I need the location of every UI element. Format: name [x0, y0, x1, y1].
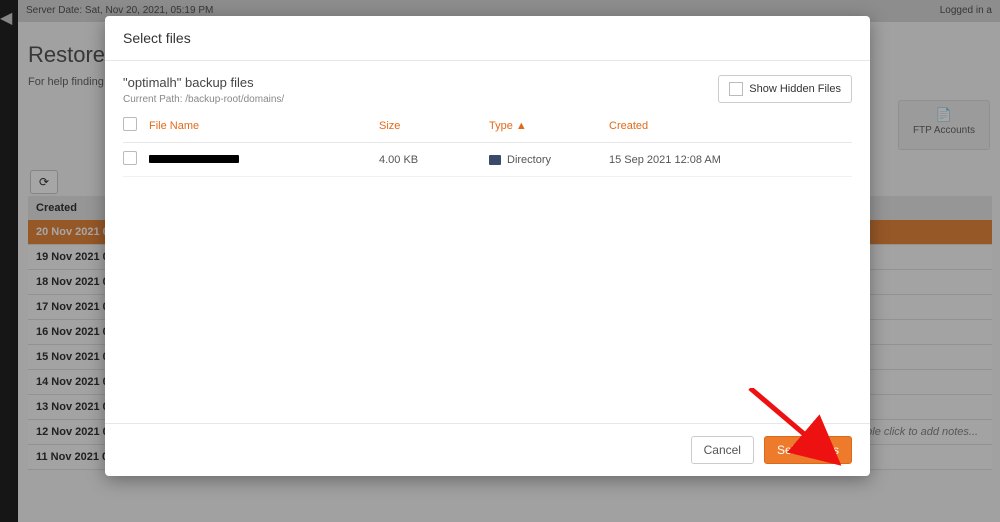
- modal-footer: Cancel Select Files: [105, 423, 870, 476]
- col-name-header[interactable]: File Name: [149, 120, 379, 132]
- select-all-checkbox[interactable]: [123, 117, 137, 131]
- col-size-header[interactable]: Size: [379, 120, 489, 132]
- show-hidden-checkbox[interactable]: [729, 82, 743, 96]
- col-created-header[interactable]: Created: [609, 120, 852, 132]
- file-type: Directory: [507, 154, 551, 166]
- cancel-button[interactable]: Cancel: [691, 436, 754, 464]
- file-size: 4.00 KB: [379, 154, 489, 166]
- file-list: File Name Size Type ▲ Created 4.00 KB Di…: [105, 109, 870, 423]
- select-files-modal: Select files "optimalh" backup files Cur…: [105, 16, 870, 476]
- file-row[interactable]: 4.00 KB Directory 15 Sep 2021 12:08 AM: [123, 143, 852, 177]
- file-created: 15 Sep 2021 12:08 AM: [609, 154, 852, 166]
- redacted-file-name: [149, 155, 239, 163]
- current-path: Current Path: /backup-root/domains/: [123, 94, 284, 105]
- file-list-header: File Name Size Type ▲ Created: [123, 109, 852, 143]
- show-hidden-label: Show Hidden Files: [749, 83, 841, 95]
- select-files-button[interactable]: Select Files: [764, 436, 852, 464]
- col-type-header[interactable]: Type ▲: [489, 120, 609, 132]
- modal-subheader: "optimalh" backup files Current Path: /b…: [105, 61, 870, 109]
- backup-label: "optimalh" backup files: [123, 75, 284, 90]
- folder-icon: [489, 155, 501, 165]
- show-hidden-files-button[interactable]: Show Hidden Files: [718, 75, 852, 103]
- modal-title: Select files: [105, 16, 870, 61]
- file-row-checkbox[interactable]: [123, 151, 137, 165]
